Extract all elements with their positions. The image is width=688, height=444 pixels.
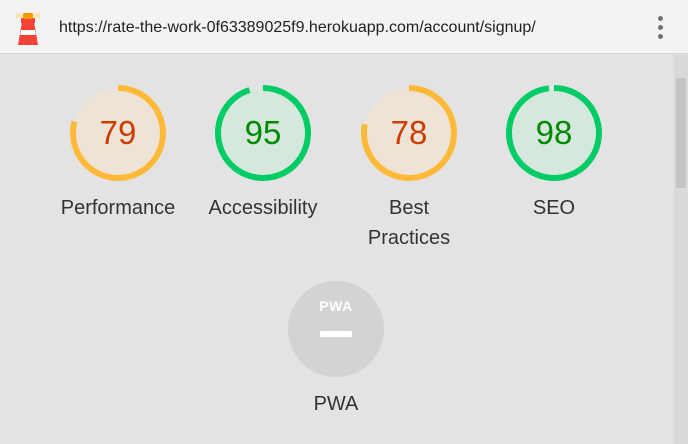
scrollbar-thumb[interactable] [676, 78, 686, 188]
kebab-menu-icon[interactable] [652, 16, 668, 44]
gauge-score: 79 [99, 114, 137, 151]
gauge-label: Best Practices [367, 197, 451, 249]
gauge-score: 98 [535, 114, 573, 151]
gauge-best-practices[interactable]: 78 Best Practices [334, 84, 484, 253]
pwa-badge-icon [288, 281, 384, 377]
gauge-label: SEO [532, 197, 576, 219]
pwa-badge-text: PWA [319, 298, 353, 314]
gauge-label: Performance [60, 197, 176, 219]
gauge-performance[interactable]: 79 Performance [43, 84, 193, 223]
gauge-pwa[interactable]: PWA PWA [262, 281, 410, 419]
lighthouse-icon [16, 13, 40, 45]
gauge-label: Accessibility [208, 197, 318, 219]
gauge-score: 78 [390, 114, 428, 151]
gauge-label: PWA [313, 393, 359, 415]
gauge-accessibility[interactable]: 95 Accessibility [188, 84, 338, 223]
page-url[interactable]: https://rate-the-work-0f63389025f9.herok… [59, 19, 536, 37]
gauge-score: 95 [244, 114, 282, 151]
address-bar: https://rate-the-work-0f63389025f9.herok… [0, 0, 688, 54]
gauge-seo[interactable]: 98 SEO [479, 84, 629, 223]
